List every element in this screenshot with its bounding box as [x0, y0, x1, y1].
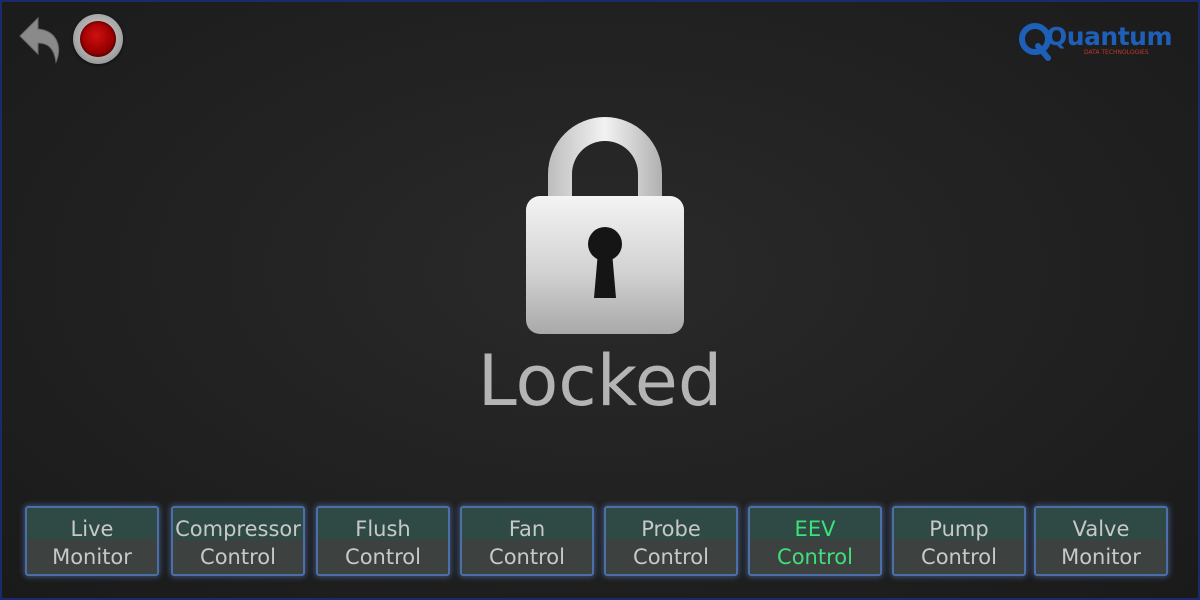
nav-label-line1: Valve	[1072, 517, 1130, 541]
nav-pump-control-button[interactable]: Pump Control	[892, 506, 1026, 576]
logo-subtitle: DATA TECHNOLOGIES	[1084, 49, 1149, 56]
company-logo: Quantum DATA TECHNOLOGIES	[1018, 20, 1173, 64]
nav-flush-control-button[interactable]: Flush Control	[316, 506, 450, 576]
nav-label-line1: Live	[70, 517, 114, 541]
nav-eev-control-button[interactable]: EEV Control	[748, 506, 882, 576]
nav-label-line2: Control	[777, 545, 853, 569]
nav-label-line2: Control	[200, 545, 276, 569]
nav-live-monitor-button[interactable]: Live Monitor	[25, 506, 159, 576]
back-button[interactable]	[16, 14, 64, 66]
nav-label-line2: Monitor	[1061, 545, 1141, 569]
nav-label-line1: Fan	[508, 517, 546, 541]
nav-label-line1: Pump	[929, 517, 989, 541]
nav-label-line1: Compressor	[175, 517, 301, 541]
nav-label-line2: Control	[345, 545, 421, 569]
lock-status-label: Locked	[477, 340, 723, 422]
nav-probe-control-button[interactable]: Probe Control	[604, 506, 738, 576]
nav-label-line2: Monitor	[52, 545, 132, 569]
nav-label-line2: Control	[633, 545, 709, 569]
padlock-icon	[520, 112, 690, 342]
nav-label-line2: Control	[921, 545, 997, 569]
record-button[interactable]	[73, 14, 123, 64]
nav-valve-monitor-button[interactable]: Valve Monitor	[1034, 506, 1168, 576]
nav-label-line2: Control	[489, 545, 565, 569]
nav-label-line1: Probe	[641, 517, 701, 541]
nav-compressor-control-button[interactable]: Compressor Control	[171, 506, 305, 576]
nav-label-line1: Flush	[355, 517, 411, 541]
logo-word: Quantum	[1046, 22, 1173, 51]
undo-arrow-icon	[19, 16, 60, 64]
nav-fan-control-button[interactable]: Fan Control	[460, 506, 594, 576]
nav-label-line1: EEV	[794, 517, 836, 541]
red-record-button-icon	[80, 21, 116, 57]
